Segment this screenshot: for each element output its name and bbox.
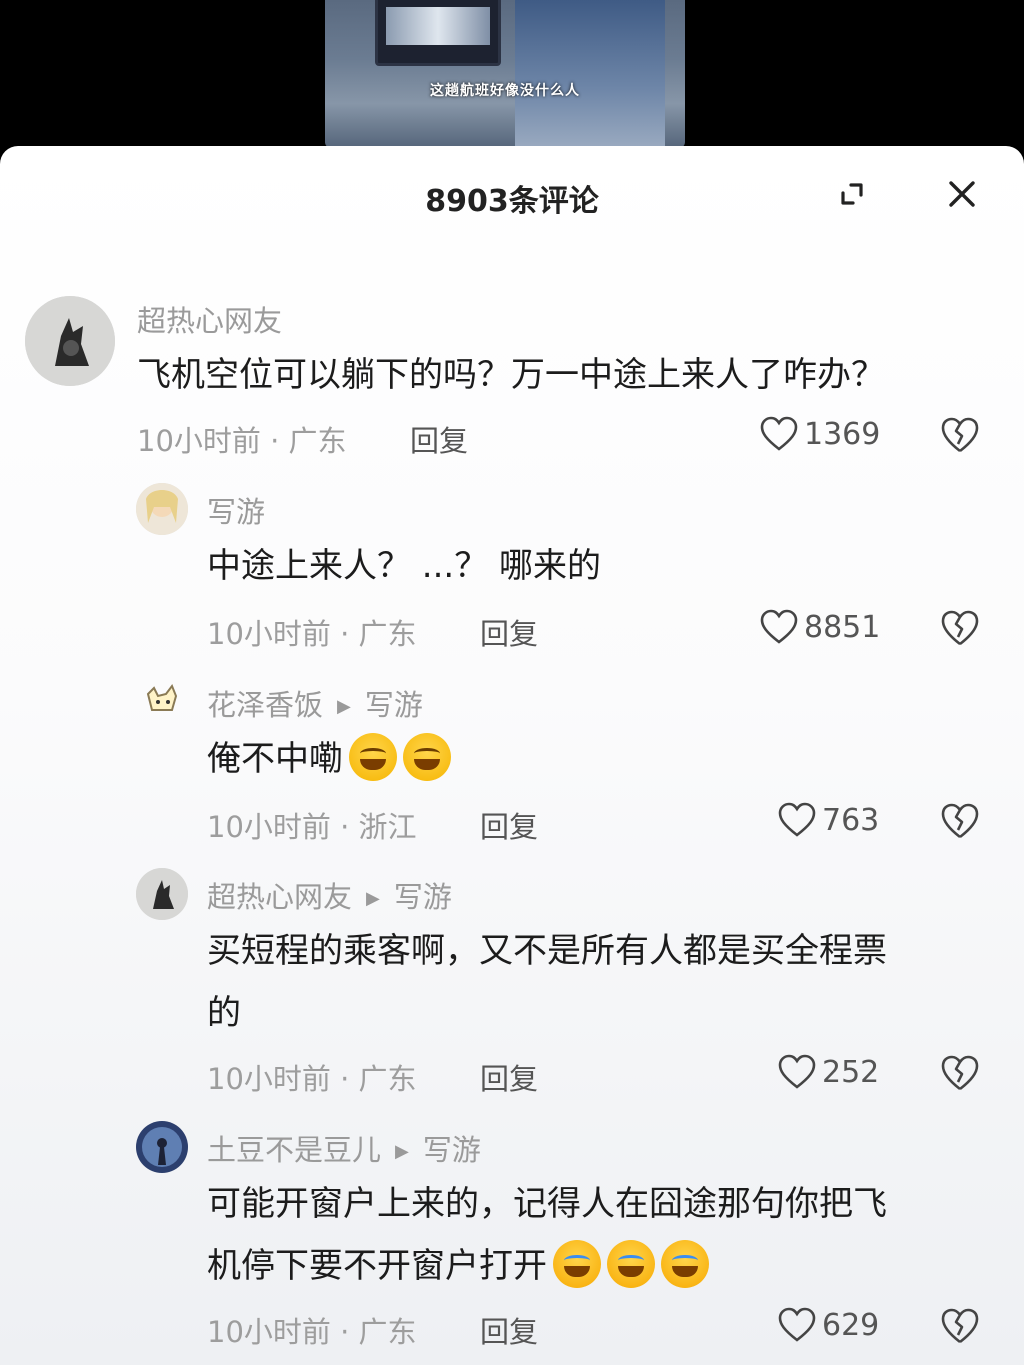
comment-username[interactable]: 超热心网友 (137, 298, 282, 340)
close-icon (949, 181, 975, 207)
reply-button[interactable]: 回复 (480, 1056, 538, 1098)
comment-text: 中途上来人？ ...？ 哪来的 (207, 546, 602, 586)
video-frame: 这趟航班好像没什么人 (325, 0, 685, 148)
comment-username[interactable]: 花泽香饭 ▶ 写游 (207, 682, 423, 724)
comment-text-line: 机停下要不开窗户打开 (207, 1235, 987, 1297)
heart-icon (760, 609, 798, 644)
comment-time-location: 10小时前 · 广东 (207, 1315, 417, 1349)
expand-icon (841, 183, 863, 205)
like-count: 8851 (804, 609, 881, 645)
reply-button[interactable]: 回复 (480, 804, 538, 846)
heart-icon (760, 416, 798, 451)
reply-button[interactable]: 回复 (480, 611, 538, 653)
like-count: 252 (822, 1054, 880, 1090)
comment-username[interactable]: 土豆不是豆儿 ▶ 写游 (207, 1127, 481, 1169)
dislike-button[interactable] (940, 609, 980, 651)
like-button[interactable]: 629 (778, 1307, 879, 1343)
comment-text-body: 机停下要不开窗户打开 (207, 1246, 547, 1286)
dislike-button[interactable] (940, 1054, 980, 1096)
dislike-button[interactable] (940, 416, 980, 458)
comments-sheet: 8903条评论 超热心网友 飞机空位可以躺下的吗？万一中途上来人了咋办？ 10小… (0, 146, 1024, 1365)
heart-icon (778, 1054, 816, 1089)
comment-username-text[interactable]: 土豆不是豆儿 (207, 1133, 381, 1167)
like-count: 763 (822, 802, 880, 838)
laugh-cry-emoji (553, 1239, 601, 1288)
laugh-cry-emoji (661, 1239, 709, 1288)
comment-time-location: 10小时前 · 广东 (207, 617, 417, 651)
reply-to-username[interactable]: 写游 (423, 1133, 481, 1167)
like-count: 1369 (804, 416, 881, 452)
avatar[interactable] (136, 868, 188, 920)
sheet-header: 8903条评论 (0, 146, 1024, 242)
reply-to-username[interactable]: 写游 (394, 880, 452, 914)
grin-emoji (349, 732, 397, 781)
grin-emoji (403, 732, 451, 781)
reply-arrow-icon: ▶ (395, 1141, 409, 1162)
like-count: 629 (822, 1307, 880, 1343)
comment-username-text[interactable]: 超热心网友 (207, 880, 352, 914)
avatar[interactable] (136, 483, 188, 535)
comment-text-line: 可能开窗户上来的，记得人在囧途那句你把飞 (207, 1184, 887, 1224)
broken-heart-icon (941, 417, 979, 453)
comment-text-body: 俺不中嘞 (207, 739, 343, 779)
reply-button[interactable]: 回复 (410, 418, 468, 460)
comment-text-line: 买短程的乘客啊，又不是所有人都是买全程票 (207, 931, 887, 971)
video-caption: 这趟航班好像没什么人 (430, 83, 580, 99)
broken-heart-icon (941, 610, 979, 646)
heart-icon (778, 1307, 816, 1342)
comment-text: 俺不中嘞 (207, 728, 451, 790)
dislike-button[interactable] (940, 1307, 980, 1349)
comment-time-location: 10小时前 · 广东 (137, 424, 347, 458)
broken-heart-icon (941, 1308, 979, 1344)
like-button[interactable]: 1369 (760, 416, 880, 452)
comment-time-location: 10小时前 · 浙江 (207, 810, 417, 844)
like-button[interactable]: 763 (778, 802, 879, 838)
reply-to-username[interactable]: 写游 (365, 688, 423, 722)
like-button[interactable]: 8851 (760, 609, 880, 645)
comment-username-text[interactable]: 花泽香饭 (207, 688, 323, 722)
like-button[interactable]: 252 (778, 1054, 879, 1090)
avatar[interactable] (25, 296, 115, 386)
reply-arrow-icon: ▶ (337, 696, 351, 717)
comment-username[interactable]: 超热心网友 ▶ 写游 (207, 874, 452, 916)
heart-icon (778, 802, 816, 837)
comment-text: 飞机空位可以躺下的吗？万一中途上来人了咋办？ (137, 355, 885, 395)
seatback-screen-image (375, 0, 501, 66)
laugh-cry-emoji (607, 1239, 655, 1288)
comment-time-location: 10小时前 · 广东 (207, 1062, 417, 1096)
close-button[interactable] (940, 172, 984, 216)
seat-image (515, 0, 665, 148)
expand-button[interactable] (830, 172, 874, 216)
broken-heart-icon (941, 1055, 979, 1091)
comment-text: 买短程的乘客啊，又不是所有人都是买全程票 的 (207, 920, 987, 1044)
comment-text: 可能开窗户上来的，记得人在囧途那句你把飞 机停下要不开窗户打开 (207, 1173, 987, 1297)
reply-button[interactable]: 回复 (480, 1309, 538, 1351)
broken-heart-icon (941, 803, 979, 839)
comment-username[interactable]: 写游 (207, 489, 265, 531)
avatar[interactable] (136, 1121, 188, 1173)
comment-text-line: 的 (207, 993, 241, 1033)
avatar[interactable] (136, 676, 188, 728)
video-player[interactable]: 这趟航班好像没什么人 (0, 0, 1024, 160)
dislike-button[interactable] (940, 802, 980, 844)
reply-arrow-icon: ▶ (366, 888, 380, 909)
